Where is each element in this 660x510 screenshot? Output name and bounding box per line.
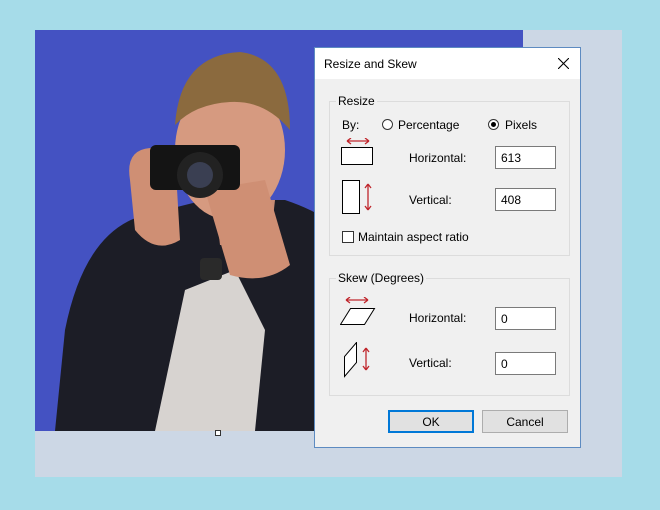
resize-horizontal-input[interactable] (495, 146, 556, 169)
maintain-aspect-label[interactable]: Maintain aspect ratio (358, 230, 469, 244)
skew-vertical-input[interactable] (495, 352, 556, 375)
resize-vertical-input[interactable] (495, 188, 556, 211)
resize-group: Resize By: Percentage Pixels Horizontal:… (329, 94, 570, 256)
dialog-title: Resize and Skew (324, 57, 417, 71)
resize-group-label: Resize (336, 94, 377, 108)
skew-horizontal-label: Horizontal: (409, 311, 467, 325)
cancel-button-label: Cancel (506, 414, 544, 429)
resize-vertical-label: Vertical: (409, 193, 452, 207)
percentage-radio[interactable] (382, 119, 393, 130)
ok-button[interactable]: OK (388, 410, 474, 433)
dialog-titlebar: Resize and Skew (315, 48, 580, 79)
close-icon (557, 58, 569, 69)
resize-horizontal-label: Horizontal: (409, 151, 467, 165)
pixels-radio[interactable] (488, 119, 499, 130)
resize-skew-dialog: Resize and Skew Resize By: Percentage Pi… (314, 47, 581, 448)
skew-group: Skew (Degrees) Horizontal: Vertical: (329, 271, 570, 396)
close-button[interactable] (546, 48, 580, 79)
skew-horizontal-icon (340, 297, 376, 325)
canvas-resize-handle[interactable] (215, 430, 221, 436)
resize-horizontal-icon (341, 138, 373, 165)
skew-group-label: Skew (Degrees) (336, 271, 427, 285)
skew-vertical-icon (344, 342, 370, 378)
resize-vertical-icon (342, 180, 372, 214)
percentage-label[interactable]: Percentage (398, 118, 459, 132)
cancel-button[interactable]: Cancel (482, 410, 568, 433)
ok-button-label: OK (422, 414, 440, 429)
skew-horizontal-input[interactable] (495, 307, 556, 330)
by-label: By: (342, 118, 360, 132)
maintain-aspect-checkbox[interactable] (342, 231, 354, 243)
skew-vertical-label: Vertical: (409, 356, 452, 370)
pixels-label[interactable]: Pixels (505, 118, 537, 132)
